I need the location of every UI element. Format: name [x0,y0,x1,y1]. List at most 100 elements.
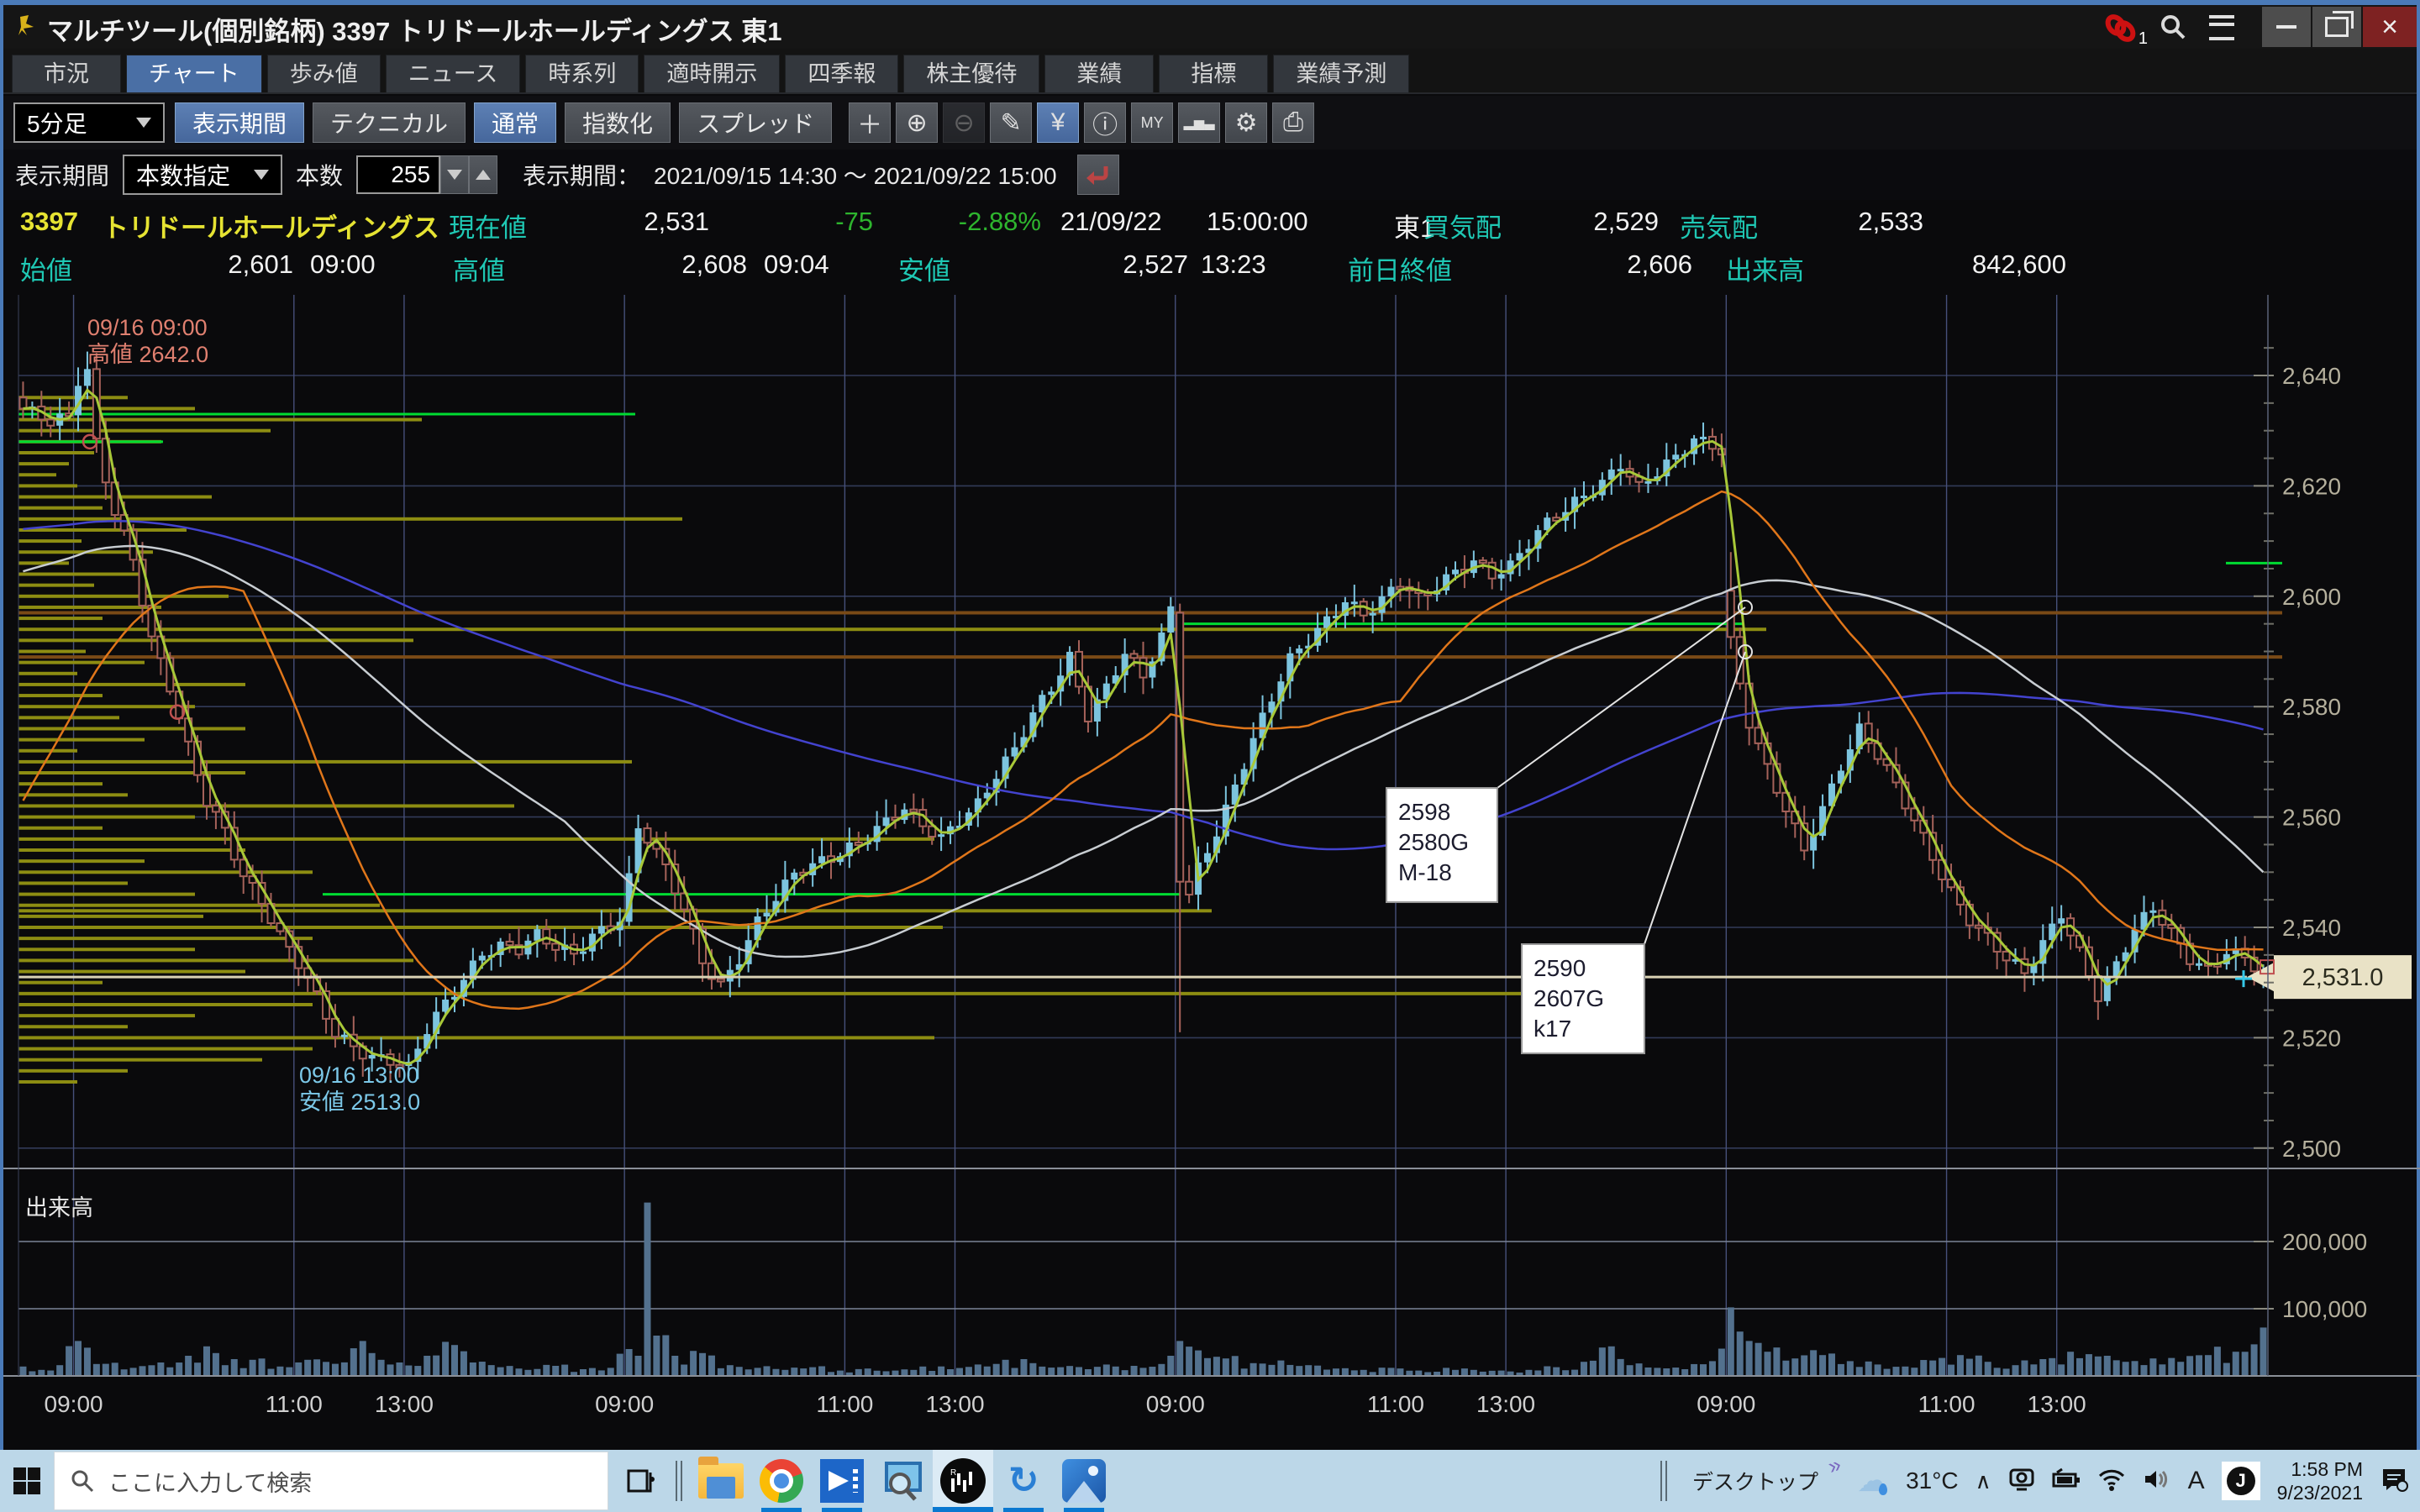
movies-app-icon[interactable] [812,1450,872,1512]
count-up-button[interactable] [469,155,497,194]
weather-icon[interactable]: ☁ [1857,1465,1889,1497]
display-cast-icon[interactable] [2008,1467,2035,1496]
tab-8[interactable]: 業績 [1044,55,1154,92]
volume-bar [323,1362,329,1376]
volume-profile-bar [18,1036,934,1039]
wrench-icon[interactable]: ⚙ [1225,102,1267,143]
tab-9[interactable]: 指標 [1159,55,1268,92]
candle-body [2104,976,2111,1001]
candle-body [1296,648,1302,654]
sync-app-icon[interactable]: ↻ [993,1450,1054,1512]
close-button[interactable]: × [2363,7,2417,47]
search-icon[interactable] [2154,12,2191,44]
tab-0[interactable]: 市況 [12,55,121,92]
candle-body [2095,976,2102,1001]
volume-bar [626,1349,633,1376]
tab-7[interactable]: 株主優待 [903,55,1039,92]
minimize-button[interactable] [2262,7,2311,47]
vol-tick-label: 100,000 [2282,1296,2367,1322]
toolbar-button-0[interactable]: 表示期間 [175,102,304,143]
volume-profile-bar [18,904,380,907]
printer-icon[interactable]: ⎙ [1272,102,1314,143]
chrome-icon[interactable] [751,1450,812,1512]
volume-bar [2168,1358,2175,1376]
count-down-button[interactable] [440,155,469,194]
x-tick-label: 09:00 [1146,1391,1205,1417]
volume-bar [910,1370,917,1376]
candle-body [580,952,587,954]
menu-icon[interactable] [2203,12,2240,44]
volume-profile-bar [18,848,245,852]
pencil-icon[interactable]: ✎ [990,102,1032,143]
bar-count-input[interactable]: 255 [356,155,440,194]
interval-select[interactable]: 5分足 [13,102,165,143]
file-explorer-icon[interactable] [691,1450,751,1512]
desktop-toolbar-label[interactable]: デスクトップ [1692,1471,1818,1494]
reset-range-button[interactable] [1077,155,1119,195]
volume-bar [93,1364,100,1376]
magnifier-app-icon[interactable] [872,1450,933,1512]
info-icon[interactable]: ⓘ [1084,102,1126,143]
tab-2[interactable]: 歩み値 [267,55,381,92]
start-button[interactable] [0,1450,54,1512]
toolbar-button-2[interactable]: 通常 [474,102,556,143]
taskbar-clock[interactable]: 1:58 PM 9/23/2021 [2277,1457,2363,1504]
quote2-field-12: 842,600 [1894,249,2066,280]
volume-bar [2149,1358,2156,1376]
volume-profile-bar [18,627,1766,631]
tab-3[interactable]: ニュース [386,55,521,92]
speaker-icon[interactable] [2143,1467,2171,1495]
chevron-overflow-icon[interactable]: » [1824,1452,1844,1480]
yen-icon[interactable]: ¥ [1037,102,1079,143]
volume-bar [2159,1364,2165,1376]
volume-bar [2086,1354,2092,1376]
link-icon[interactable]: 1 [2102,12,2139,44]
ime-mode-label[interactable]: A [2188,1467,2205,1495]
volume-bar [635,1356,642,1376]
volume-bar [488,1365,495,1376]
hidden-icons-caret[interactable]: ∧ [1975,1468,1991,1494]
battery-icon[interactable] [2052,1467,2081,1495]
candle-body [543,929,550,943]
volume-profile-bar [18,970,245,974]
my-chart-icon[interactable]: MY [1131,102,1173,143]
task-view-button[interactable] [617,1450,667,1512]
volume-bar [1856,1367,1863,1376]
chart-canvas[interactable]: 2,531.02,6402,6202,6002,5802,5602,5402,5… [3,295,2420,1455]
toolbar-button-3[interactable]: 指数化 [565,102,671,143]
zoom-out-icon[interactable]: ⊖ [943,102,985,143]
volume-bar [38,1370,45,1376]
volume-bar [1113,1367,1119,1376]
tab-1[interactable]: チャート [126,55,262,92]
zoom-in-icon[interactable]: ⊕ [896,102,938,143]
volume-bar [1305,1365,1312,1376]
crosshair-icon[interactable]: ＋ [849,102,891,143]
toolbar-button-4[interactable]: スプレッド [679,102,832,143]
wifi-icon[interactable] [2097,1467,2126,1495]
period-mode-select[interactable]: 本数指定 [123,155,282,195]
volume-bar [1333,1368,1339,1376]
photos-app-icon[interactable] [1054,1450,1114,1512]
tab-10[interactable]: 業績予測 [1273,55,1409,92]
volume-profile-bar [18,760,632,764]
volume-profile-bar [18,1025,128,1028]
restore-button[interactable] [2312,7,2361,47]
tab-5[interactable]: 適時開示 [644,55,780,92]
area-chart-icon[interactable]: ▂▅▃ [1178,102,1220,143]
volume-pane-label: 出来高 [25,1195,93,1221]
volume-bar [1094,1367,1101,1376]
temperature-label[interactable]: 31°C [1906,1467,1959,1494]
candle-body [598,927,605,934]
taskbar-search-input[interactable]: ここに入力して検索 [54,1452,608,1510]
volume-bar [1994,1368,2001,1376]
volume-profile-bar [18,816,195,819]
tab-4[interactable]: 時系列 [525,55,639,92]
ime-icon[interactable]: J [2222,1462,2260,1500]
toolbar-button-1[interactable]: テクニカル [313,102,466,143]
volume-profile-bar [18,638,413,642]
notification-center-icon[interactable] [2380,1466,2408,1497]
volume-bar [1691,1364,1697,1376]
tab-6[interactable]: 四季報 [785,55,898,92]
trading-app-icon[interactable]: R [933,1450,993,1512]
volume-bar [2233,1352,2239,1376]
